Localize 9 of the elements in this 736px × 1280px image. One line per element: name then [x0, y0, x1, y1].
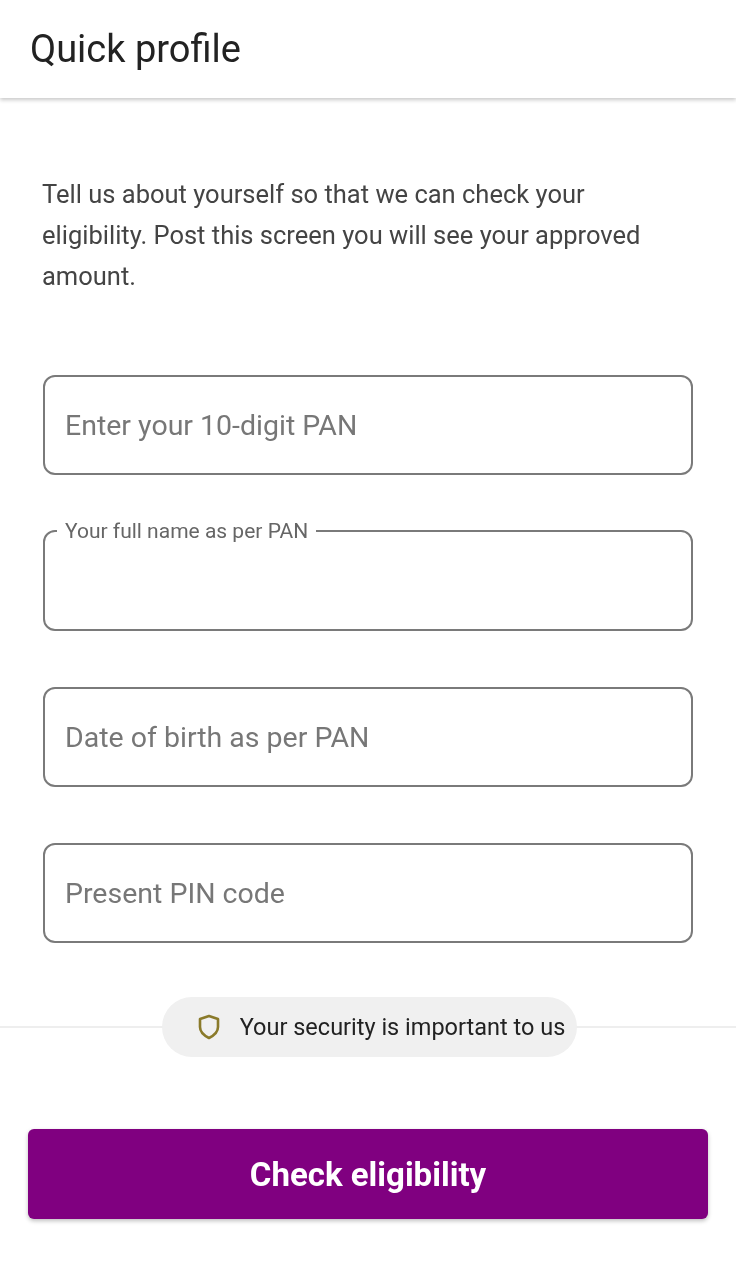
input-field[interactable]: Present PIN code [43, 843, 693, 943]
security-text: Your security is important to us [239, 1013, 566, 1041]
screen-title: Quick profile [30, 27, 241, 71]
input-field[interactable]: Enter your 10-digit PAN [43, 375, 693, 475]
shield-icon [197, 1014, 220, 1040]
input-field[interactable]: Date of birth as per PAN [43, 687, 693, 787]
field-label: Your full name as per PAN [64, 518, 310, 545]
intro-text: Tell us about yourself so that we can check your eligibility. Post this screen you will see your approved amount. [42, 178, 642, 293]
check-eligibility-button[interactable]: Check eligibility [28, 1129, 708, 1219]
